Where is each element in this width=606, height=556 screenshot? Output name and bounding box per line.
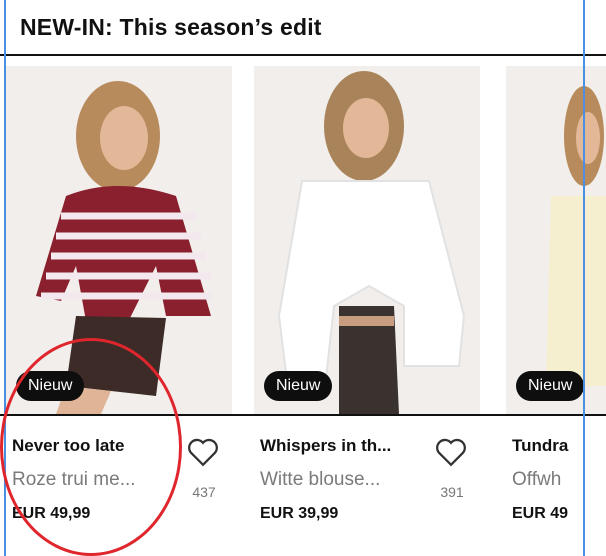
guide-line bbox=[583, 0, 585, 556]
model-illustration bbox=[254, 66, 480, 414]
highlight-annotation bbox=[0, 338, 182, 556]
product-image[interactable]: Nieuw bbox=[506, 66, 606, 414]
section-title: NEW-IN: This season’s edit bbox=[20, 14, 322, 40]
like-count: 391 bbox=[440, 484, 464, 500]
product-price: EUR 39,99 bbox=[260, 505, 339, 522]
product-name[interactable]: Whispers in th... bbox=[260, 436, 391, 456]
product-card[interactable]: Nieuw Tundra Offwh EUR 49 bbox=[506, 66, 606, 546]
heart-icon[interactable] bbox=[186, 436, 220, 468]
product-card[interactable]: Nieuw Whispers in th... Witte blouse... … bbox=[254, 66, 494, 546]
heart-icon[interactable] bbox=[434, 436, 468, 468]
like-count: 437 bbox=[192, 484, 216, 500]
product-price: EUR 49 bbox=[512, 505, 569, 522]
model-illustration bbox=[506, 66, 606, 414]
section-header: NEW-IN: This season’s edit bbox=[0, 0, 606, 56]
product-image[interactable]: Nieuw bbox=[254, 66, 480, 414]
product-name[interactable]: Tundra bbox=[512, 436, 568, 456]
product-description[interactable]: Witte blouse... bbox=[260, 469, 380, 491]
new-badge: Nieuw bbox=[516, 371, 585, 401]
product-description[interactable]: Offwh bbox=[512, 469, 561, 491]
new-badge: Nieuw bbox=[264, 371, 333, 401]
